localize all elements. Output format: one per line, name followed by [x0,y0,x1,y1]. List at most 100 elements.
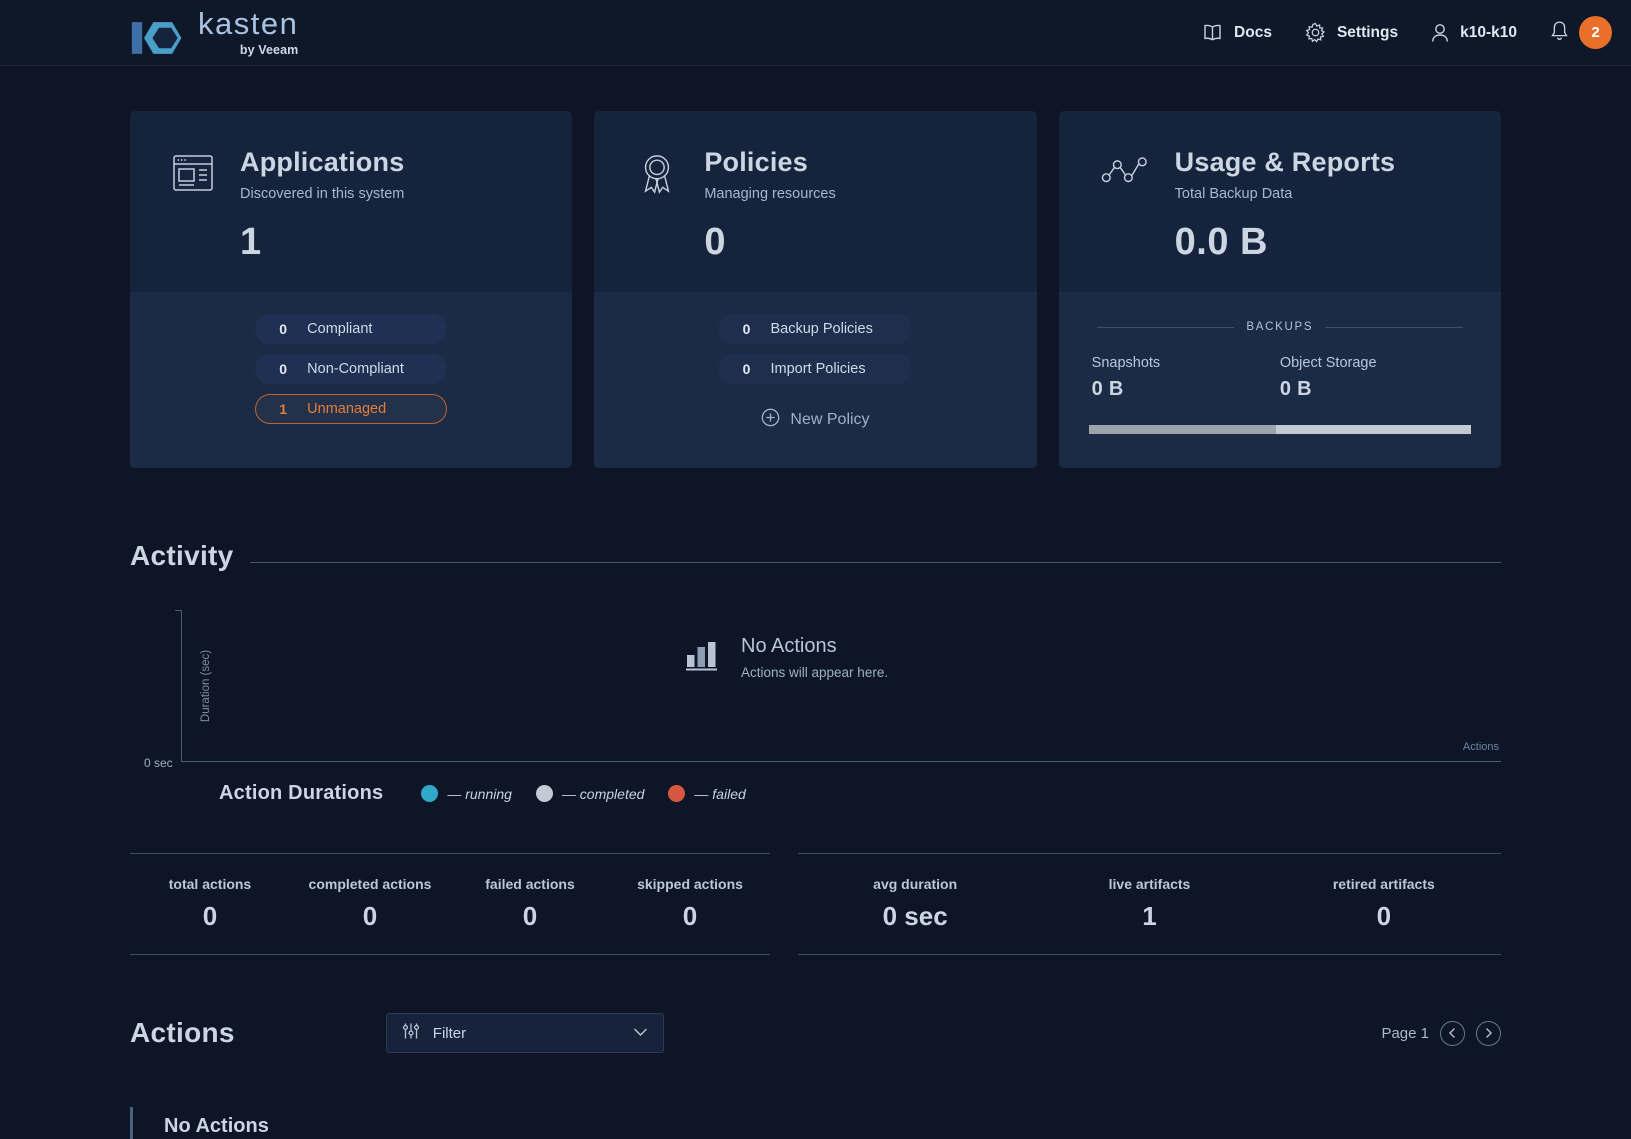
filter-icon [402,1022,420,1045]
y-axis-line [181,610,182,763]
y-axis-label: Duration (sec) [200,649,213,723]
actions-section-header: Actions Filter Page 1 [130,1013,1501,1054]
card-metric: 0.0 B [1174,221,1268,264]
backup-stat-label: Snapshots [1091,355,1161,372]
new-policy-label: New Policy [790,411,870,429]
actions-empty-title: No Actions [164,1115,269,1138]
brand-logo-group[interactable]: kasten by Veeam [130,8,298,57]
stat-value: 1 [1142,901,1157,932]
divider-line-left [1096,326,1235,328]
pill-count: 1 [279,401,288,418]
usage-reports-icon [1101,147,1149,264]
legend-item-running: — running [421,785,512,803]
usage-bar-segment-object-storage [1275,425,1471,435]
new-policy-button[interactable]: New Policy [624,408,1006,432]
pill-count: 0 [742,361,751,378]
pill-count: 0 [742,321,751,338]
stat-label: retired artifacts [1332,876,1435,893]
pill-label: Compliant [307,321,373,338]
bar-chart-icon [685,639,719,677]
stat-completed-actions: completed actions 0 [290,876,450,954]
stat-value: 0 [202,901,218,932]
stat-value: 0 sec [882,901,948,932]
applications-icon [172,147,214,264]
nav-docs[interactable]: Docs [1202,23,1272,42]
stat-value: 0 [362,901,378,932]
backup-usage-bar [1088,425,1471,435]
brand-subtitle: by Veeam [239,43,299,57]
page-content: Applications Discovered in this system 1… [0,111,1631,1139]
nav-right-group: Docs Settings k10-k10 2 [1202,16,1612,49]
y-axis-tick-label: 0 sec [144,756,173,771]
top-navigation-bar: kasten by Veeam Docs Settings k10-k10 2 [0,0,1631,66]
actions-empty-panel: No Actions No Actions have executed yet.… [130,1107,1501,1139]
pill-compliant[interactable]: 0 Compliant [255,314,448,345]
chevron-down-icon [633,1024,648,1042]
card-subtitle: Managing resources [704,186,836,203]
nav-user-label: k10-k10 [1460,23,1517,41]
card-applications[interactable]: Applications Discovered in this system 1… [130,111,573,469]
pill-backup-policies[interactable]: 0 Backup Policies [718,314,913,345]
previous-page-button[interactable] [1440,1020,1465,1046]
section-divider [249,562,1501,564]
legend-dot-running [421,785,439,803]
usage-bar-segment-snapshots [1088,425,1276,435]
pill-label: Unmanaged [307,401,387,418]
stat-label: avg duration [873,876,958,893]
notifications[interactable]: 2 [1550,16,1612,49]
stat-label: skipped actions [637,876,743,893]
pill-label: Import Policies [770,361,866,378]
pagination-controls: Page 1 [1381,1020,1501,1046]
stat-skipped-actions: skipped actions 0 [610,876,770,954]
card-metric: 0 [704,221,726,264]
chart-legend: Action Durations — running — completed —… [130,782,1501,805]
next-page-button[interactable] [1476,1020,1501,1046]
pill-label: Non-Compliant [307,361,404,378]
legend-label: — running [447,785,512,802]
legend-item-failed: — failed [668,785,746,803]
legend-item-completed: — completed [535,785,645,803]
bell-icon [1550,20,1569,46]
x-axis-label: Actions [1462,741,1499,754]
card-subtitle: Total Backup Data [1174,186,1293,203]
notification-badge[interactable]: 2 [1579,16,1612,49]
backup-stat-label: Object Storage [1279,355,1377,372]
divider-line-right [1325,326,1463,328]
pill-count: 0 [279,361,288,378]
policies-icon [636,147,678,264]
backup-stat-object-storage: Object Storage 0 B [1280,355,1468,401]
nav-user[interactable]: k10-k10 [1431,23,1517,43]
backup-stats: Snapshots 0 B Object Storage 0 B [1089,355,1471,401]
stat-label: failed actions [485,876,575,893]
nav-settings-label: Settings [1336,23,1399,41]
gear-icon [1305,22,1326,43]
pill-import-policies[interactable]: 0 Import Policies [718,354,913,385]
page-indicator: Page 1 [1381,1024,1429,1042]
stat-value: 0 [1376,901,1392,932]
stat-total-actions: total actions 0 [130,876,290,954]
legend-title: Action Durations [219,782,384,805]
x-axis-line [181,761,1501,763]
pill-non-compliant[interactable]: 0 Non-Compliant [255,354,448,385]
nav-settings[interactable]: Settings [1305,22,1398,43]
card-usage-reports[interactable]: Usage & Reports Total Backup Data 0.0 B … [1058,111,1501,469]
filter-dropdown[interactable]: Filter [385,1013,664,1054]
user-icon [1431,23,1449,43]
kasten-logo-icon [131,22,182,54]
stat-label: completed actions [308,876,432,893]
backup-stat-value: 0 B [1091,378,1124,401]
pill-unmanaged[interactable]: 1 Unmanaged [255,394,448,425]
card-title: Policies [704,147,808,177]
activity-stats-right: avg duration 0 sec live artifacts 1 reti… [798,853,1501,956]
chart-empty-subtitle: Actions will appear here. [741,665,889,681]
card-subtitle: Discovered in this system [240,186,405,203]
legend-label: — completed [561,785,645,802]
stat-label: live artifacts [1108,876,1191,893]
plus-circle-icon [761,408,780,432]
chart-empty-title: No Actions [741,635,837,658]
summary-cards: Applications Discovered in this system 1… [130,111,1501,469]
card-policies[interactable]: Policies Managing resources 0 0 Backup P… [594,111,1037,469]
activity-stats-left: total actions 0 completed actions 0 fail… [130,853,770,956]
legend-label: — failed [694,785,746,802]
nav-docs-label: Docs [1234,23,1272,41]
